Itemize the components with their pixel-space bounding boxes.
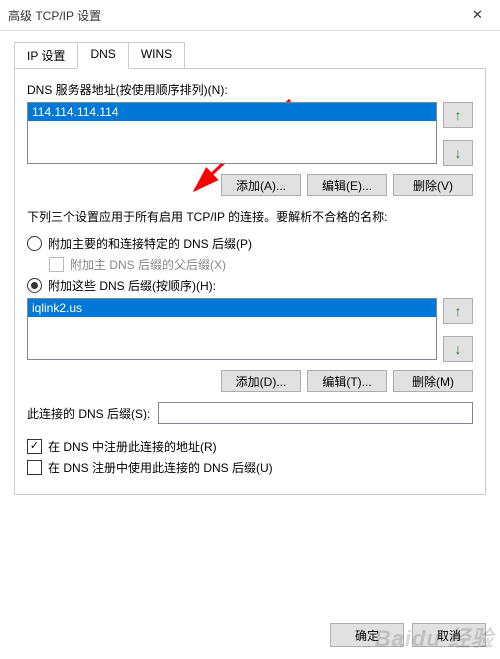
arrow-up-icon: ↑ (455, 303, 462, 319)
checkbox-icon (49, 257, 64, 272)
suffix-add-button[interactable]: 添加(D)... (221, 370, 301, 392)
list-item[interactable]: 114.114.114.114 (28, 103, 436, 121)
arrow-down-icon: ↓ (455, 145, 462, 161)
titlebar: 高级 TCP/IP 设置 ✕ (0, 0, 500, 31)
check-label: 在 DNS 中注册此连接的地址(R) (48, 438, 217, 455)
dns-suffix-list[interactable]: iqlink2.us (27, 298, 437, 360)
conn-suffix-label: 此连接的 DNS 后缀(S): (27, 405, 150, 422)
tab-ip-settings[interactable]: IP 设置 (14, 42, 78, 69)
radio-icon (27, 278, 42, 293)
radio-label: 附加主要的和连接特定的 DNS 后缀(P) (48, 235, 252, 252)
move-down-button[interactable]: ↓ (443, 336, 473, 362)
suffix-edit-button[interactable]: 编辑(T)... (307, 370, 387, 392)
dns-panel: DNS 服务器地址(按使用顺序排列)(N): 114.114.114.114 ↑… (14, 68, 486, 495)
close-icon: ✕ (472, 7, 483, 23)
move-up-button[interactable]: ↑ (443, 298, 473, 324)
check-parent-suffix: 附加主 DNS 后缀的父后缀(X) (49, 256, 473, 273)
tab-dns[interactable]: DNS (77, 42, 128, 69)
dns-add-button[interactable]: 添加(A)... (221, 174, 301, 196)
dns-servers-label: DNS 服务器地址(按使用顺序排列)(N): (27, 81, 473, 98)
conn-suffix-input[interactable] (158, 402, 473, 424)
tab-wins[interactable]: WINS (128, 42, 185, 69)
arrow-up-icon: ↑ (455, 107, 462, 123)
radio-primary-suffix[interactable]: 附加主要的和连接特定的 DNS 后缀(P) (27, 235, 473, 252)
dns-edit-button[interactable]: 编辑(E)... (307, 174, 387, 196)
checkbox-icon (27, 439, 42, 454)
check-label: 在 DNS 注册中使用此连接的 DNS 后缀(U) (48, 459, 273, 476)
cancel-button[interactable]: 取消 (412, 623, 486, 647)
tab-label: WINS (141, 47, 172, 61)
tab-label: IP 设置 (27, 49, 65, 63)
check-register-address[interactable]: 在 DNS 中注册此连接的地址(R) (27, 438, 473, 455)
ok-button[interactable]: 确定 (330, 623, 404, 647)
move-up-button[interactable]: ↑ (443, 102, 473, 128)
move-down-button[interactable]: ↓ (443, 140, 473, 166)
radio-label: 附加这些 DNS 后缀(按顺序)(H): (48, 277, 216, 294)
window-title: 高级 TCP/IP 设置 (8, 7, 101, 24)
dns-servers-list[interactable]: 114.114.114.114 (27, 102, 437, 164)
close-button[interactable]: ✕ (455, 0, 500, 30)
check-label: 附加主 DNS 后缀的父后缀(X) (70, 256, 226, 273)
tab-label: DNS (90, 47, 115, 61)
suffix-remove-button[interactable]: 删除(M) (393, 370, 473, 392)
suffix-intro: 下列三个设置应用于所有启用 TCP/IP 的连接。要解析不合格的名称: (27, 208, 473, 225)
check-use-suffix[interactable]: 在 DNS 注册中使用此连接的 DNS 后缀(U) (27, 459, 473, 476)
radio-icon (27, 236, 42, 251)
dns-remove-button[interactable]: 删除(V) (393, 174, 473, 196)
arrow-down-icon: ↓ (455, 341, 462, 357)
tab-strip: IP 设置 DNS WINS (14, 42, 486, 69)
list-item[interactable]: iqlink2.us (28, 299, 436, 317)
radio-these-suffixes[interactable]: 附加这些 DNS 后缀(按顺序)(H): (27, 277, 473, 294)
checkbox-icon (27, 460, 42, 475)
